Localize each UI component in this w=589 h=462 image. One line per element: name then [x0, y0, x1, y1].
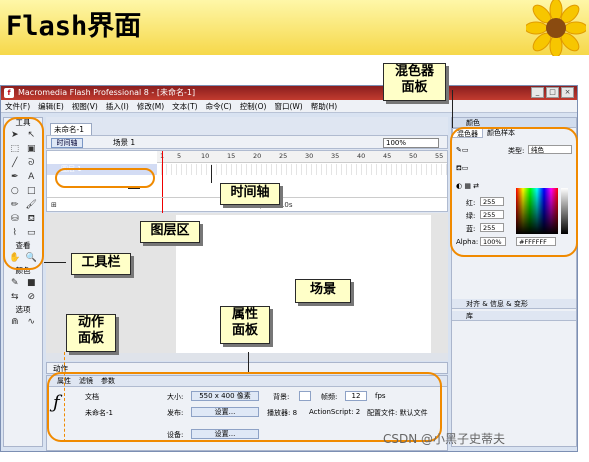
add-layer-icon[interactable]: ⊞ — [51, 201, 57, 209]
callout-scene: 场景 — [295, 279, 351, 303]
mixer-highlight — [450, 127, 578, 257]
maximize-button[interactable]: □ — [546, 87, 559, 98]
ruler-tick: 45 — [383, 152, 392, 160]
close-button[interactable]: × — [561, 87, 574, 98]
frame-cells[interactable] — [157, 164, 447, 175]
ruler-tick: 15 — [227, 152, 236, 160]
slide-title-bar: Flash界面 — [0, 0, 589, 56]
callout-properties: 属性 面板 — [220, 306, 270, 344]
menu-modify[interactable]: 修改(M) — [137, 100, 164, 112]
ruler-tick: 40 — [357, 152, 366, 160]
toolbar-highlight — [3, 117, 44, 270]
horizontal-scrollbar[interactable] — [46, 353, 448, 361]
zoom-select[interactable]: 100% — [383, 138, 439, 148]
ruler-tick: 10 — [201, 152, 210, 160]
slide-title: Flash界面 — [6, 11, 142, 42]
sunflower-icon — [526, 0, 586, 56]
swap-colors-icon[interactable]: ⇆ — [8, 292, 22, 303]
fill-color-icon[interactable]: ■ — [25, 278, 39, 289]
snap-magnet-icon[interactable]: ⋒ — [8, 317, 22, 328]
callout-toolbar: 工具栏 — [71, 253, 131, 275]
window-title: Macromedia Flash Professional 8 - [未命名-1… — [18, 88, 196, 97]
frame-ruler: 1 5 10 15 20 25 30 35 40 45 50 55 — [157, 151, 447, 163]
menu-bar: 文件(F) 编辑(E) 视图(V) 插入(I) 修改(M) 文本(T) 命令(C… — [1, 100, 577, 113]
menu-insert[interactable]: 插入(I) — [106, 100, 129, 112]
mixer-pointer — [452, 90, 453, 128]
ruler-tick: 5 — [177, 152, 182, 160]
ruler-tick: 50 — [409, 152, 418, 160]
toolbar-pointer — [44, 262, 66, 263]
layers-highlight — [55, 168, 155, 188]
menu-edit[interactable]: 编辑(E) — [38, 100, 64, 112]
callout-actions: 动作 面板 — [66, 314, 116, 352]
align-info-transform-section[interactable]: 对齐 & 信息 & 变形 — [452, 299, 576, 309]
minimize-button[interactable]: _ — [531, 87, 544, 98]
window-titlebar: f Macromedia Flash Professional 8 - [未命名… — [1, 86, 577, 100]
document-tab[interactable]: 未命名-1 — [50, 123, 92, 135]
menu-window[interactable]: 窗口(W) — [274, 100, 302, 112]
ruler-tick: 25 — [279, 152, 288, 160]
menu-control[interactable]: 控制(O) — [240, 100, 267, 112]
tools-options-label: 选项 — [15, 305, 31, 314]
callout-timeline: 时间轴 — [220, 183, 280, 205]
smooth-icon[interactable]: ∿ — [25, 317, 39, 328]
flash-logo-icon: f — [4, 88, 14, 98]
menu-view[interactable]: 视图(V) — [72, 100, 98, 112]
timeline-toggle-button[interactable]: 时间轴 — [51, 138, 83, 148]
menu-commands[interactable]: 命令(C) — [206, 100, 232, 112]
watermark: CSDN @小黑子史蒂夫 — [383, 432, 506, 446]
menu-file[interactable]: 文件(F) — [5, 100, 30, 112]
callout-color-mixer: 混色器 面板 — [383, 63, 446, 101]
timeline-pointer — [211, 165, 212, 183]
callout-layers: 图层区 — [140, 221, 200, 243]
menu-help[interactable]: 帮助(H) — [311, 100, 338, 112]
ruler-tick: 20 — [253, 152, 262, 160]
ruler-tick: 35 — [331, 152, 340, 160]
layers-pointer — [128, 188, 140, 189]
menu-text[interactable]: 文本(T) — [172, 100, 197, 112]
stroke-color-icon[interactable]: ✎ — [8, 278, 22, 289]
library-section[interactable]: 库 — [452, 311, 576, 321]
actions-dash — [64, 352, 68, 442]
scene-breadcrumb[interactable]: 场景 1 — [113, 136, 135, 150]
ruler-tick: 30 — [305, 152, 314, 160]
no-color-icon[interactable]: ⊘ — [25, 292, 39, 303]
ruler-tick: 55 — [435, 152, 444, 160]
document-toolbar: 时间轴 场景 1 100% — [46, 135, 448, 149]
props-pointer — [248, 352, 249, 372]
